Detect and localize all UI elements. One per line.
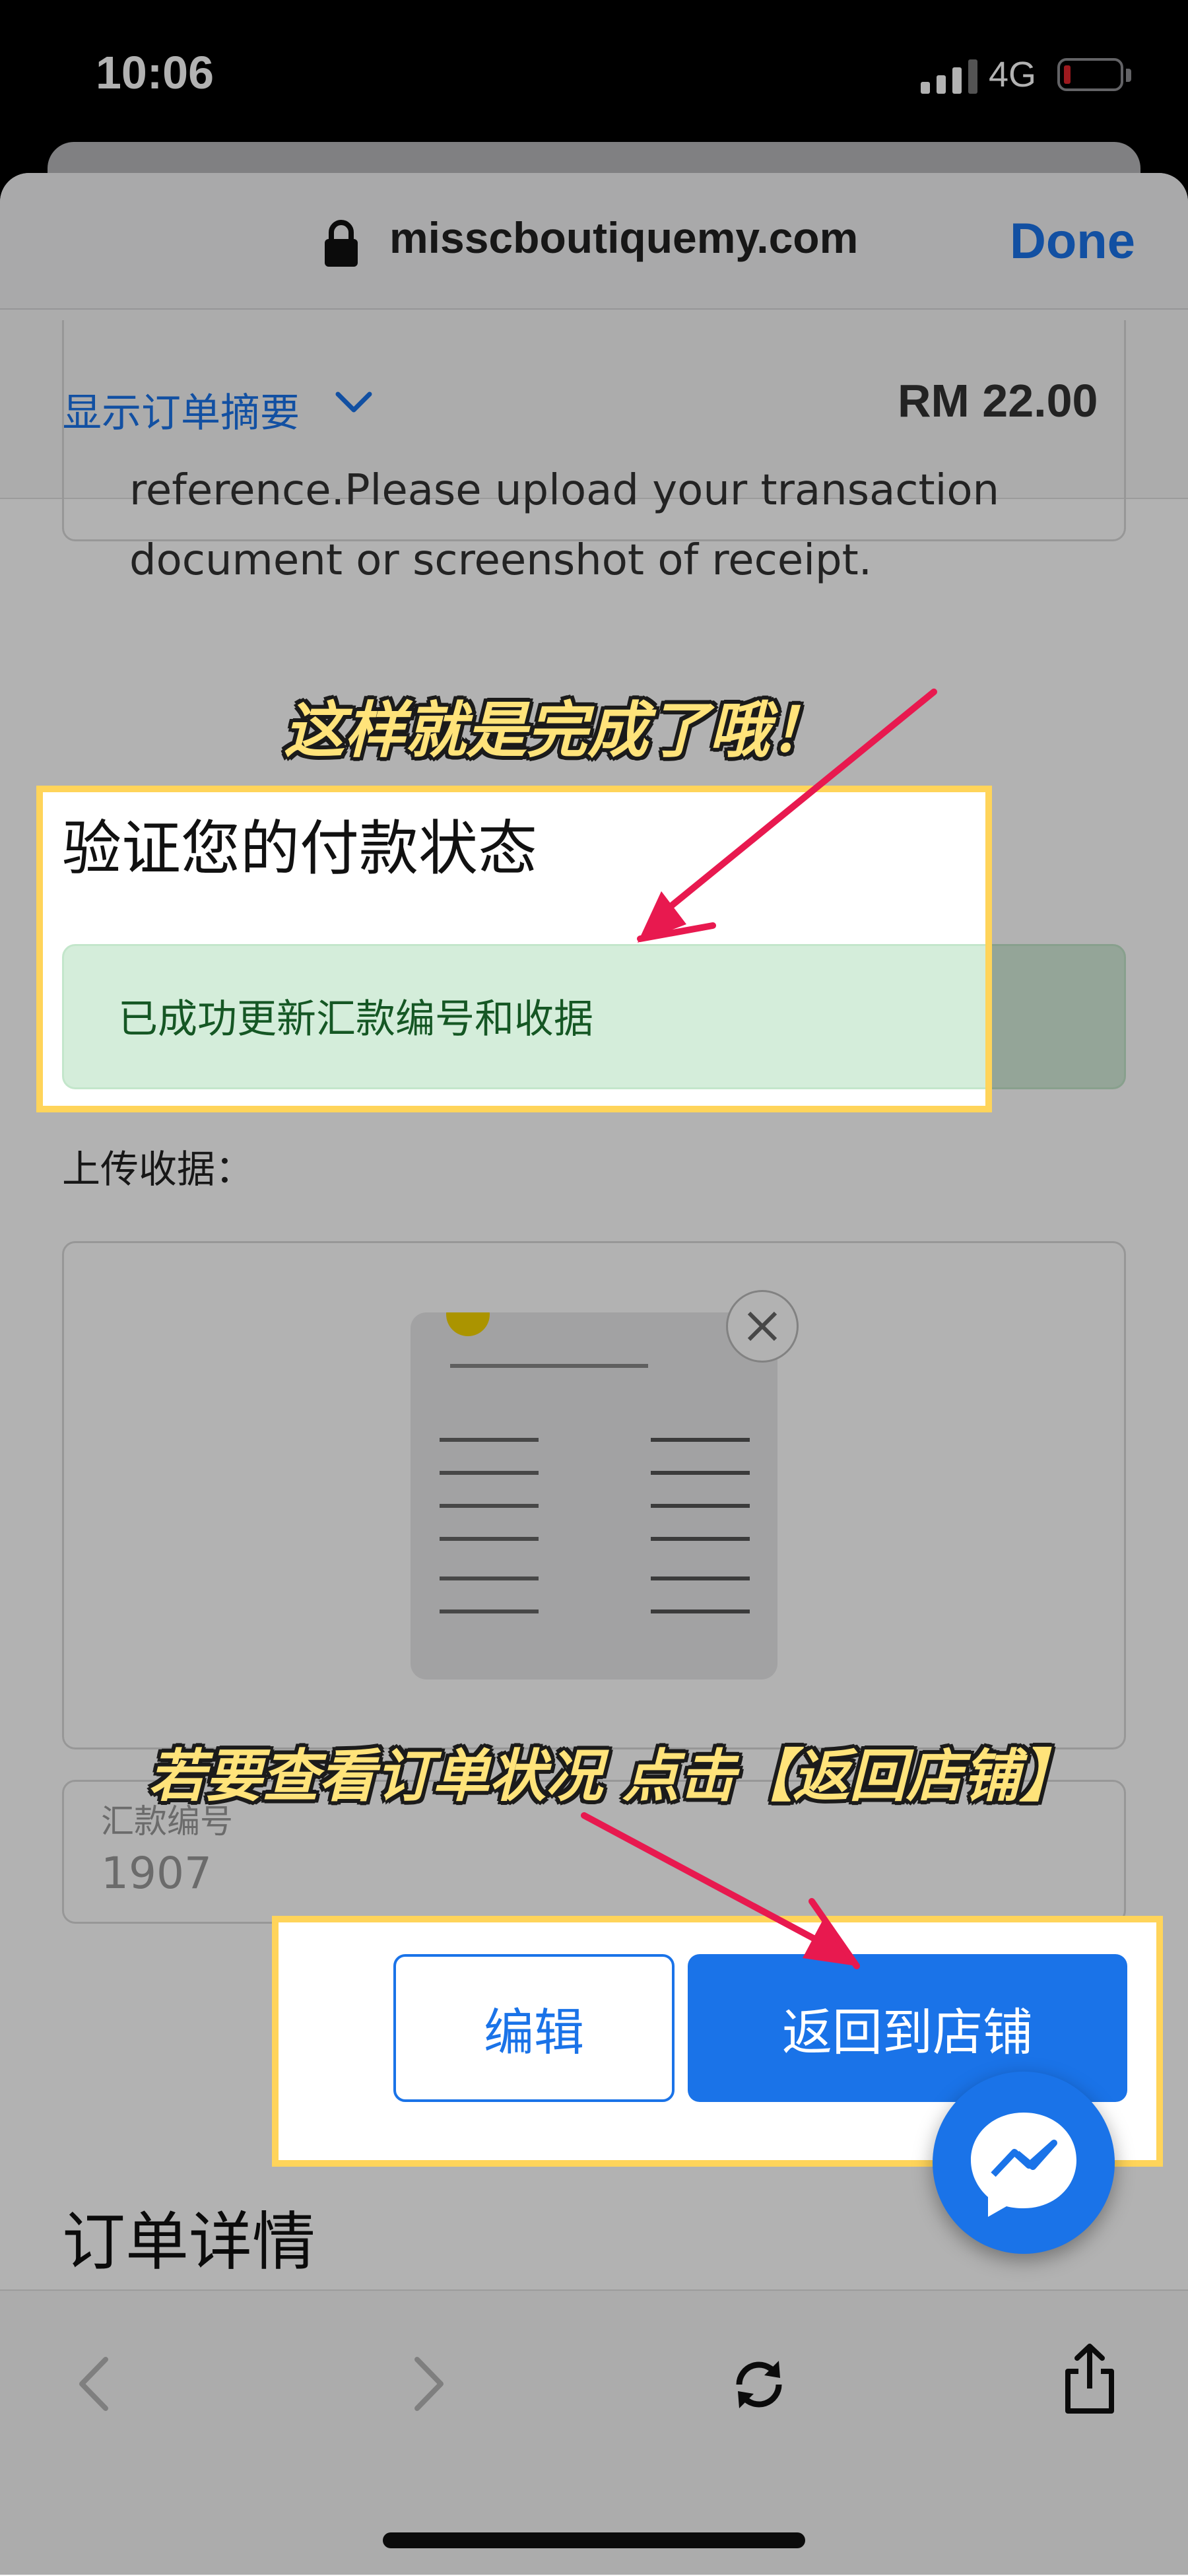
messenger-chat-button[interactable]: [933, 2072, 1115, 2254]
annotation-text: 这样就是完成了哦！: [284, 695, 831, 766]
annotation-text: 若要查看订单状况 点击【返回店铺】: [148, 1744, 1076, 1810]
highlight-box: [36, 786, 992, 1112]
messenger-icon: [971, 2113, 1076, 2217]
